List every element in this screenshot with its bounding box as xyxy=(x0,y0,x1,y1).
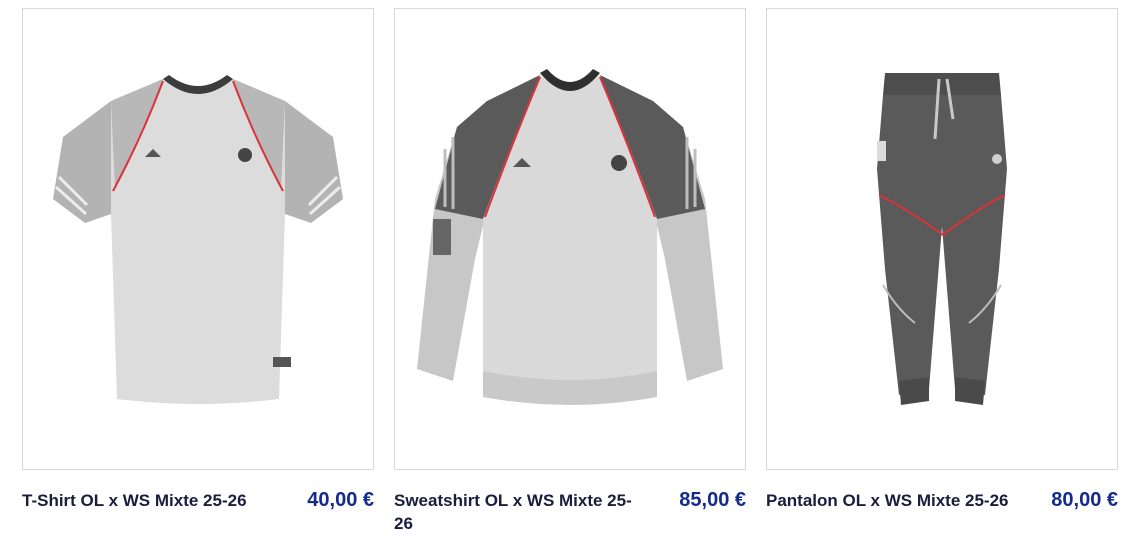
product-grid: T-Shirt OL x WS Mixte 25-26 40,00 € Swea… xyxy=(0,0,1143,545)
product-price: 85,00 € xyxy=(679,489,746,511)
product-meta: Pantalon OL x WS Mixte 25-26 80,00 € xyxy=(766,489,1118,512)
product-meta: Sweatshirt OL x WS Mixte 25-26 85,00 € xyxy=(394,489,746,535)
product-card[interactable]: Pantalon OL x WS Mixte 25-26 80,00 € xyxy=(766,8,1118,512)
product-name[interactable]: T-Shirt OL x WS Mixte 25-26 xyxy=(22,489,247,512)
product-name[interactable]: Sweatshirt OL x WS Mixte 25-26 xyxy=(394,489,644,535)
product-card[interactable]: Sweatshirt OL x WS Mixte 25-26 85,00 € xyxy=(394,8,746,535)
pants-icon xyxy=(877,73,1007,405)
product-image-tshirt[interactable] xyxy=(22,8,374,470)
product-image-sweatshirt[interactable] xyxy=(394,8,746,470)
product-name[interactable]: Pantalon OL x WS Mixte 25-26 xyxy=(766,489,1008,512)
tshirt-icon xyxy=(53,75,343,404)
product-card[interactable]: T-Shirt OL x WS Mixte 25-26 40,00 € xyxy=(22,8,374,512)
product-price: 80,00 € xyxy=(1051,489,1118,511)
product-image-pants[interactable] xyxy=(766,8,1118,470)
sweatshirt-icon xyxy=(417,69,723,405)
product-meta: T-Shirt OL x WS Mixte 25-26 40,00 € xyxy=(22,489,374,512)
product-price: 40,00 € xyxy=(307,489,374,511)
